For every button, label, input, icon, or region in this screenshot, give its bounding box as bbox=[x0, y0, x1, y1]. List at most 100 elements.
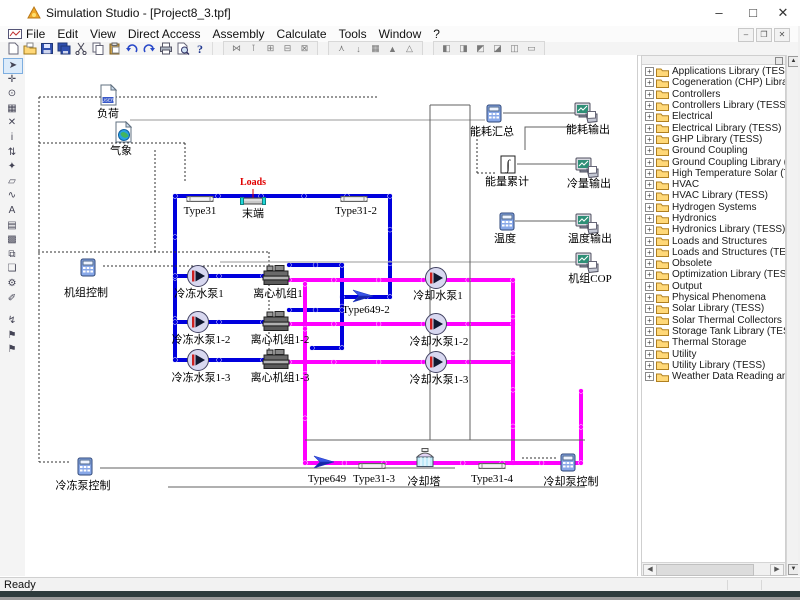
library-item-physical-phenomena[interactable]: +Physical Phenomena bbox=[642, 292, 785, 303]
expand-icon[interactable]: + bbox=[645, 293, 654, 302]
wrench-icon[interactable]: ✦ bbox=[3, 160, 21, 174]
expand-icon[interactable]: + bbox=[645, 135, 654, 144]
print-preview-icon[interactable] bbox=[175, 43, 190, 55]
expand-icon[interactable]: + bbox=[645, 158, 654, 167]
print-icon[interactable] bbox=[158, 43, 173, 55]
menu-view[interactable]: View bbox=[84, 26, 122, 42]
close-button[interactable]: ✕ bbox=[766, 0, 800, 26]
stamp-icon[interactable]: ▱ bbox=[3, 175, 21, 189]
library-item-cogeneration-chp-library-tess[interactable]: +Cogeneration (CHP) Library (TESS) bbox=[642, 77, 785, 88]
menu-tools[interactable]: Tools bbox=[333, 26, 373, 42]
expand-icon[interactable]: + bbox=[645, 180, 654, 189]
expand-icon[interactable]: + bbox=[645, 203, 654, 212]
pen-icon[interactable]: ✐ bbox=[3, 292, 21, 306]
library-item-loads-and-structures[interactable]: +Loads and Structures bbox=[642, 235, 785, 246]
undo-icon[interactable] bbox=[124, 43, 139, 55]
library-item-ground-coupling[interactable]: +Ground Coupling bbox=[642, 145, 785, 156]
align-center-icon[interactable]: ⊺ bbox=[246, 43, 261, 55]
info-icon[interactable]: i bbox=[3, 131, 21, 145]
expand-icon[interactable]: + bbox=[645, 101, 654, 110]
save-icon[interactable] bbox=[39, 43, 54, 55]
library-item-applications-library-tess[interactable]: +Applications Library (TESS) bbox=[642, 66, 785, 77]
library-item-utility[interactable]: +Utility bbox=[642, 348, 785, 359]
plot-icon[interactable]: ▲ bbox=[385, 43, 400, 55]
expand-icon[interactable]: + bbox=[645, 146, 654, 155]
library-item-utility-library-tess[interactable]: +Utility Library (TESS) bbox=[642, 360, 785, 371]
select-pointer-icon[interactable]: ➤ bbox=[3, 58, 23, 74]
expand-icon[interactable]: + bbox=[645, 237, 654, 246]
expand-icon[interactable]: + bbox=[645, 124, 654, 133]
landscape-icon[interactable]: △ bbox=[402, 43, 417, 55]
run-icon[interactable]: ↯ bbox=[3, 314, 21, 328]
expand-icon[interactable]: + bbox=[645, 361, 654, 370]
paste-icon[interactable] bbox=[107, 43, 122, 55]
signal-wave-icon[interactable]: ∿ bbox=[3, 189, 21, 203]
flag-output-icon[interactable]: ⚑ bbox=[3, 329, 21, 343]
library-item-electrical-library-tess[interactable]: +Electrical Library (TESS) bbox=[642, 122, 785, 133]
expand-icon[interactable]: + bbox=[645, 372, 654, 381]
layers-icon[interactable]: ⧉ bbox=[3, 248, 21, 262]
expand-icon[interactable]: + bbox=[645, 78, 654, 87]
mdi-restore-button[interactable]: ❐ bbox=[756, 28, 772, 42]
library-item-ghp-library-tess[interactable]: +GHP Library (TESS) bbox=[642, 134, 785, 145]
library-item-optimization-library-tess[interactable]: +Optimization Library (TESS) bbox=[642, 269, 785, 280]
open-folder-icon[interactable] bbox=[22, 43, 37, 55]
copy-icon[interactable] bbox=[90, 43, 105, 55]
corner-icon[interactable]: ◩ bbox=[473, 43, 488, 55]
split-left-icon[interactable]: ◧ bbox=[439, 43, 454, 55]
insert-down-icon[interactable]: ↓ bbox=[351, 43, 366, 55]
align-left-icon[interactable]: ⋈ bbox=[229, 43, 244, 55]
menu-assembly[interactable]: Assembly bbox=[207, 26, 271, 42]
library-item-controllers-library-tess[interactable]: +Controllers Library (TESS) bbox=[642, 100, 785, 111]
menu-file[interactable]: File bbox=[20, 26, 51, 42]
gear-icon[interactable]: ⚙ bbox=[3, 277, 21, 291]
library-item-hvac[interactable]: +HVAC bbox=[642, 179, 785, 190]
expand-icon[interactable]: + bbox=[645, 327, 654, 336]
library-item-ground-coupling-library-tess[interactable]: +Ground Coupling Library (TESS) bbox=[642, 156, 785, 167]
image-tool-icon[interactable]: ▦ bbox=[3, 102, 21, 116]
flag-plot-icon[interactable]: ⚑ bbox=[3, 343, 21, 357]
cut-icon[interactable] bbox=[73, 43, 88, 55]
library-item-controllers[interactable]: +Controllers bbox=[642, 89, 785, 100]
expand-icon[interactable]: + bbox=[645, 191, 654, 200]
zoom-magnifier-icon[interactable]: ⊙ bbox=[3, 87, 21, 101]
delete-icon[interactable]: ✕ bbox=[3, 116, 21, 130]
expand-icon[interactable]: + bbox=[645, 112, 654, 121]
expand-icon[interactable]: + bbox=[645, 338, 654, 347]
expand-icon[interactable]: + bbox=[645, 350, 654, 359]
library-item-thermal-storage[interactable]: +Thermal Storage bbox=[642, 337, 785, 348]
pan-hand-icon[interactable]: ✛ bbox=[3, 73, 21, 87]
scroll-left-icon[interactable]: ◀ bbox=[643, 564, 657, 576]
mdi-minimize-button[interactable]: – bbox=[738, 28, 754, 42]
library-item-high-temperature-solar-tess[interactable]: +High Temperature Solar (TESS) bbox=[642, 168, 785, 179]
menu-direct-access[interactable]: Direct Access bbox=[122, 26, 207, 42]
library-item-hvac-library-tess[interactable]: +HVAC Library (TESS) bbox=[642, 190, 785, 201]
library-item-hydronics[interactable]: +Hydronics bbox=[642, 213, 785, 224]
expand-icon[interactable]: + bbox=[645, 248, 654, 257]
assembly-tree-icon[interactable]: ⋏ bbox=[334, 43, 349, 55]
library-item-electrical[interactable]: +Electrical bbox=[642, 111, 785, 122]
diamond-icon[interactable]: ◫ bbox=[507, 43, 522, 55]
expand-icon[interactable]: + bbox=[645, 304, 654, 313]
direct-link-icon[interactable]: ⇅ bbox=[3, 146, 21, 160]
menu-edit[interactable]: Edit bbox=[51, 26, 84, 42]
library-hscrollbar[interactable]: ◀ ▶ bbox=[642, 562, 785, 575]
align-bottom-icon[interactable]: ⊟ bbox=[280, 43, 295, 55]
component-unit-control[interactable] bbox=[80, 258, 96, 282]
grid-large-icon[interactable]: ▩ bbox=[3, 233, 21, 247]
help-icon[interactable]: ? bbox=[192, 43, 207, 55]
new-file-icon[interactable] bbox=[5, 43, 20, 55]
library-item-hydrogen-systems[interactable]: +Hydrogen Systems bbox=[642, 202, 785, 213]
minimize-button[interactable]: – bbox=[702, 0, 736, 26]
expand-icon[interactable]: + bbox=[645, 270, 654, 279]
redo-icon[interactable] bbox=[141, 43, 156, 55]
library-item-loads-and-structures-tess[interactable]: +Loads and Structures (TESS) bbox=[642, 247, 785, 258]
menu--[interactable]: ? bbox=[427, 26, 446, 42]
frame-icon[interactable]: ▭ bbox=[524, 43, 539, 55]
text-tool-icon[interactable]: A bbox=[3, 204, 21, 218]
bottom-icon[interactable]: ◪ bbox=[490, 43, 505, 55]
library-item-output[interactable]: +Output bbox=[642, 281, 785, 292]
mdi-close-button[interactable]: ✕ bbox=[774, 28, 790, 42]
expand-icon[interactable]: + bbox=[645, 169, 654, 178]
expand-icon[interactable]: + bbox=[645, 214, 654, 223]
